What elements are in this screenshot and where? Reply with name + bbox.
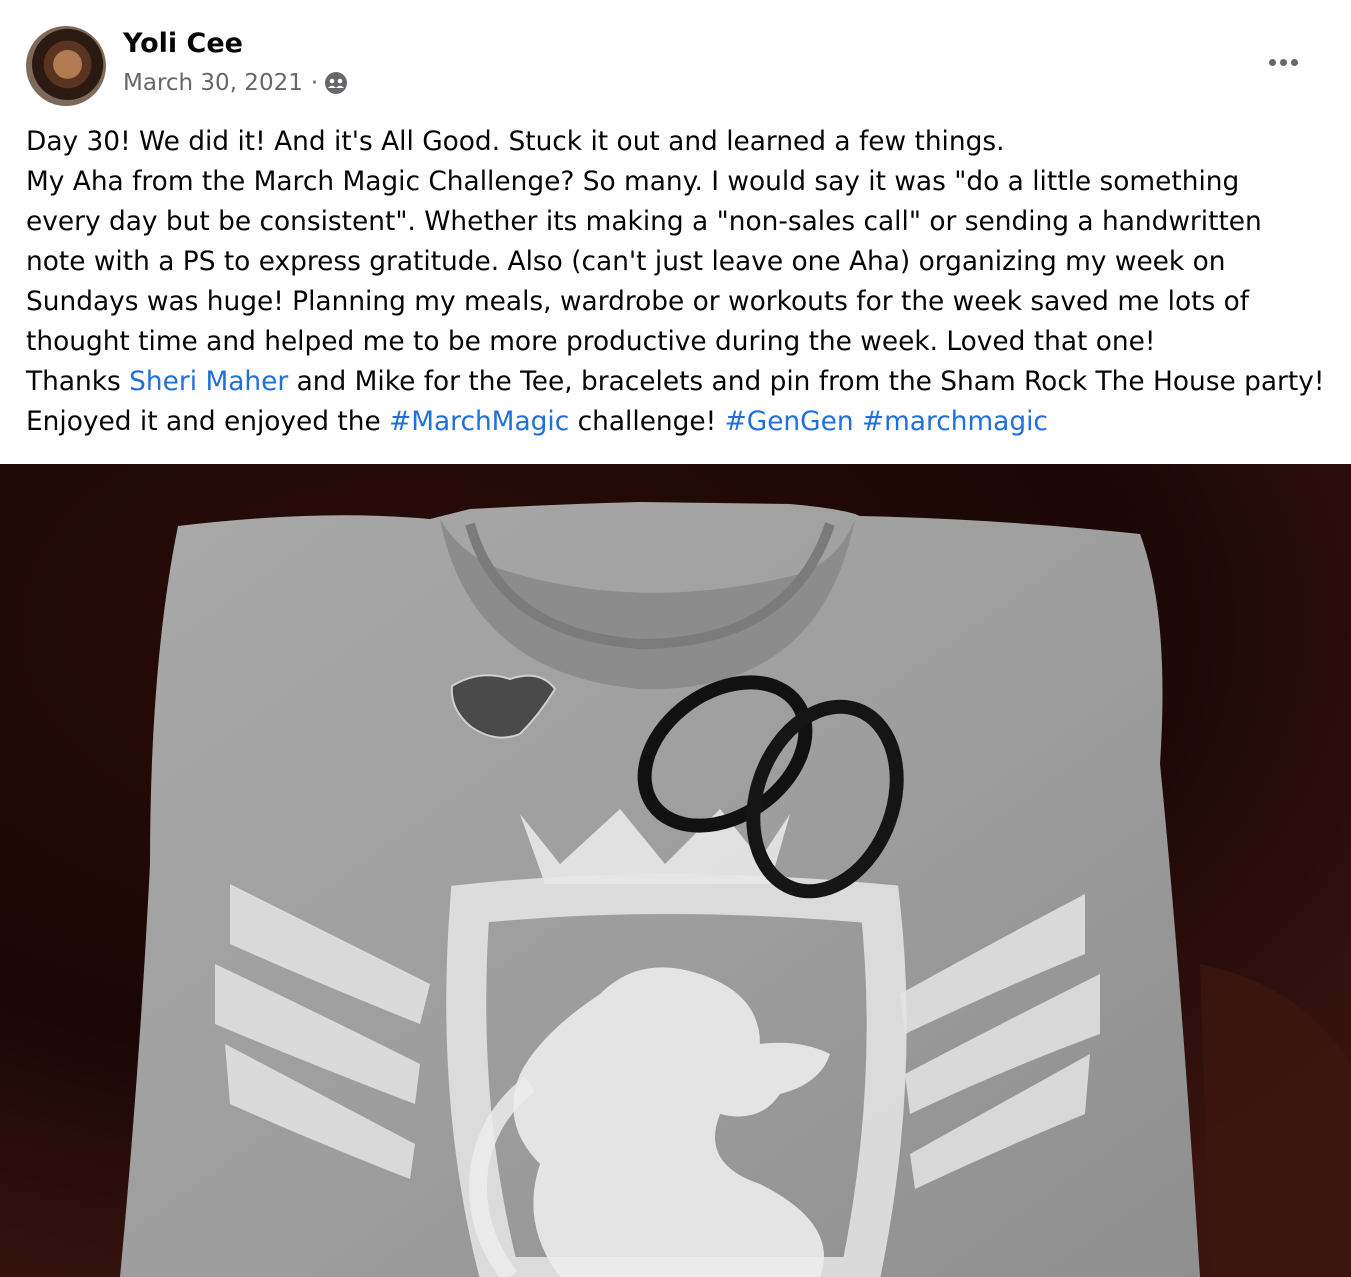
more-options-icon[interactable]: [1263, 46, 1303, 78]
message-line: note with a PS to express gratitude. Als…: [26, 246, 1226, 277]
mention-link-sheri-maher[interactable]: Sheri Maher: [129, 366, 288, 397]
message-line: Enjoyed it and enjoyed the #MarchMagic c…: [26, 402, 1336, 442]
message-line: Day 30! We did it! And it's All Good. St…: [26, 126, 1005, 157]
hashtag-link-marchmagic-lower[interactable]: #marchmagic: [862, 406, 1048, 437]
post-photo[interactable]: [0, 464, 1351, 1277]
hashtag-link-gengen[interactable]: #GenGen: [725, 406, 854, 437]
message-text: challenge!: [569, 406, 725, 437]
facebook-post: Yoli Cee March 30, 2021 · Day 30! We did…: [0, 0, 1351, 1277]
meta-separator: ·: [310, 70, 319, 96]
message-text: and Mike for the Tee, bracelets and pin …: [288, 366, 1325, 397]
message-line: Thanks Sheri Maher and Mike for the Tee,…: [26, 362, 1336, 402]
message-text: Enjoyed it and enjoyed the: [26, 406, 390, 437]
tshirt-photo: [0, 464, 1351, 1277]
author-name[interactable]: Yoli Cee: [123, 28, 243, 59]
post-header: Yoli Cee March 30, 2021 ·: [0, 0, 1351, 120]
hashtag-link-marchmagic[interactable]: #MarchMagic: [389, 406, 569, 437]
message-line: Sundays was huge! Planning my meals, war…: [26, 286, 1250, 317]
author-avatar[interactable]: [26, 26, 106, 106]
message-line: thought time and helped me to be more pr…: [26, 326, 1156, 357]
post-message: Day 30! We did it! And it's All Good. St…: [26, 122, 1336, 442]
message-text: [854, 406, 862, 437]
message-line: My Aha from the March Magic Challenge? S…: [26, 166, 1240, 197]
post-date[interactable]: March 30, 2021: [123, 70, 303, 96]
message-text: Thanks: [26, 366, 130, 397]
friends-audience-icon[interactable]: [324, 71, 348, 95]
message-line: every day but be consistent". Whether it…: [26, 206, 1262, 237]
post-meta: March 30, 2021 ·: [123, 70, 348, 96]
